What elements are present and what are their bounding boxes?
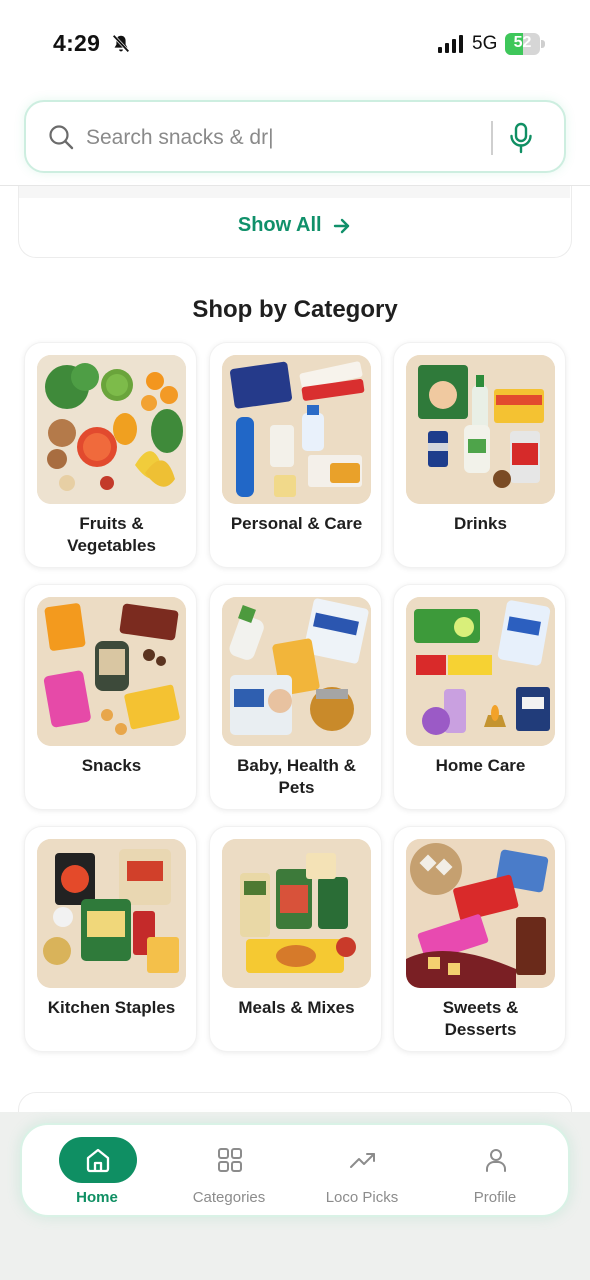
kitchen-staples-image bbox=[37, 839, 186, 988]
category-label: Baby, Health & Pets bbox=[237, 756, 356, 797]
battery-level: 52 bbox=[513, 34, 532, 51]
category-label: Drinks bbox=[454, 514, 507, 533]
category-card[interactable]: Kitchen Staples bbox=[24, 826, 197, 1052]
nav-loco-picks[interactable]: Loco Picks bbox=[297, 1125, 427, 1219]
category-card[interactable]: Meals & Mixes bbox=[209, 826, 382, 1052]
search-bar[interactable] bbox=[24, 100, 566, 173]
category-card[interactable]: Sweets & Desserts bbox=[393, 826, 566, 1052]
show-all-card: Show All bbox=[18, 186, 572, 258]
baby-health-pets-image bbox=[222, 597, 371, 746]
category-card[interactable]: Personal & Care bbox=[209, 342, 382, 568]
signal-icon bbox=[438, 35, 463, 53]
category-card[interactable]: Home Care bbox=[393, 584, 566, 810]
search-icon bbox=[49, 125, 74, 150]
nav-label: Categories bbox=[192, 1189, 266, 1206]
fruits-vegetables-image bbox=[37, 355, 186, 504]
category-card[interactable]: Drinks bbox=[393, 342, 566, 568]
search-divider bbox=[491, 121, 493, 155]
nav-categories[interactable]: Categories bbox=[164, 1125, 294, 1219]
meals-mixes-image bbox=[222, 839, 371, 988]
nav-home[interactable]: Home bbox=[32, 1125, 162, 1219]
nav-profile[interactable]: Profile bbox=[430, 1125, 560, 1219]
show-all-label: Show All bbox=[237, 214, 322, 237]
home-care-image bbox=[406, 597, 555, 746]
category-card[interactable]: Baby, Health & Pets bbox=[209, 584, 382, 810]
trending-icon bbox=[350, 1153, 375, 1168]
category-label: Fruits & Vegetables bbox=[67, 514, 156, 555]
search-input[interactable] bbox=[86, 122, 486, 154]
section-title: Shop by Category bbox=[192, 296, 398, 323]
grid-icon bbox=[218, 1148, 242, 1172]
microphone-icon[interactable] bbox=[508, 122, 534, 154]
home-icon bbox=[86, 1148, 110, 1173]
nav-label: Loco Picks bbox=[325, 1189, 399, 1206]
category-label: Kitchen Staples bbox=[47, 998, 176, 1017]
bottom-navigation: Home Categories Loco Picks Profile bbox=[20, 1123, 570, 1217]
show-all-button[interactable]: Show All bbox=[19, 214, 570, 237]
nav-label: Home bbox=[76, 1189, 118, 1206]
status-bar: 4:29 5G 52 bbox=[0, 0, 590, 90]
clock: 4:29 bbox=[53, 30, 101, 56]
snacks-image bbox=[37, 597, 186, 746]
arrow-right-icon bbox=[333, 218, 350, 233]
drinks-image bbox=[406, 355, 555, 504]
category-label: Personal & Care bbox=[230, 514, 363, 533]
user-icon bbox=[486, 1149, 506, 1172]
category-label: Snacks bbox=[81, 756, 142, 775]
bell-muted-icon bbox=[112, 34, 130, 53]
sweets-desserts-image bbox=[406, 839, 555, 988]
nav-label: Profile bbox=[473, 1189, 517, 1206]
category-label: Sweets & Desserts bbox=[442, 998, 519, 1039]
category-label: Meals & Mixes bbox=[238, 998, 355, 1017]
category-card[interactable]: Snacks bbox=[24, 584, 197, 810]
network-type: 5G bbox=[472, 33, 498, 54]
category-card[interactable]: Fruits & Vegetables bbox=[24, 342, 197, 568]
category-label: Home Care bbox=[435, 756, 526, 775]
personal-care-image bbox=[222, 355, 371, 504]
battery-indicator: 52 bbox=[505, 33, 545, 55]
